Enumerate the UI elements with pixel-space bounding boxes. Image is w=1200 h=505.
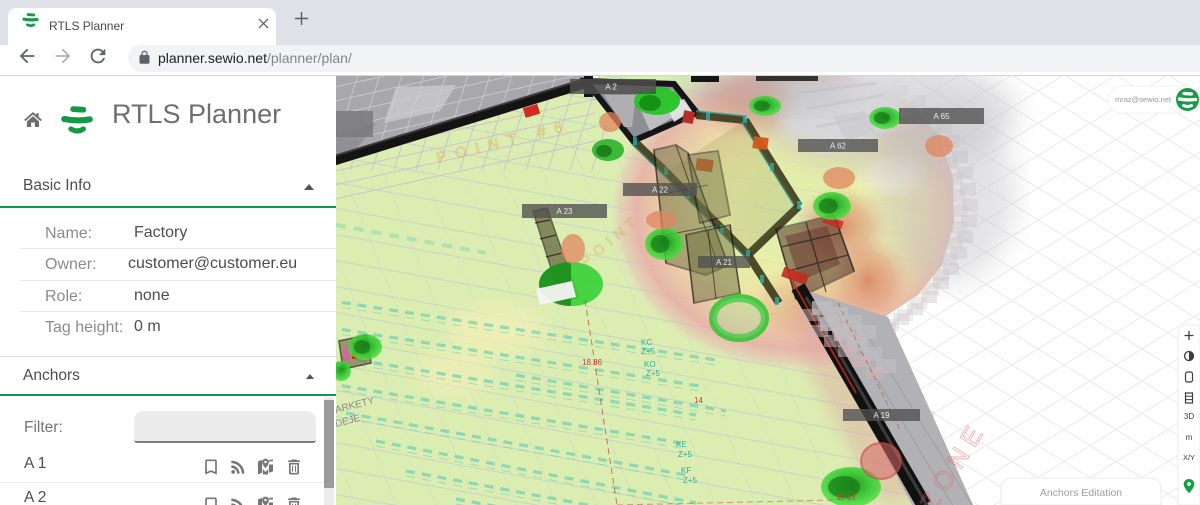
svg-text:14: 14 bbox=[694, 396, 703, 405]
svg-text:Z+5: Z+5 bbox=[641, 347, 656, 356]
svg-text:18.86: 18.86 bbox=[582, 358, 603, 367]
svg-text:KC: KC bbox=[641, 338, 652, 347]
svg-text:X/Y: X/Y bbox=[1183, 453, 1195, 462]
svg-text:m: m bbox=[1186, 433, 1193, 442]
svg-text:Z+5: Z+5 bbox=[683, 476, 698, 485]
svg-text:11.43: 11.43 bbox=[836, 493, 856, 502]
svg-text:A 65: A 65 bbox=[933, 112, 950, 121]
svg-text:A 19: A 19 bbox=[873, 411, 890, 420]
svg-text:A 23: A 23 bbox=[556, 207, 573, 216]
svg-text:KO: KO bbox=[644, 360, 656, 369]
svg-text:KE: KE bbox=[676, 440, 687, 449]
svg-text:KF: KF bbox=[681, 466, 691, 475]
svg-text:mraz@sewio.net: mraz@sewio.net bbox=[1115, 95, 1172, 104]
svg-text:Z+5: Z+5 bbox=[678, 450, 693, 459]
svg-text:3D: 3D bbox=[1184, 412, 1194, 421]
svg-text:A 2: A 2 bbox=[605, 83, 617, 92]
svg-text:A 21: A 21 bbox=[716, 258, 733, 267]
svg-text:Z+5: Z+5 bbox=[646, 369, 661, 378]
svg-text:A 62: A 62 bbox=[830, 142, 847, 151]
svg-text:Anchors Editation: Anchors Editation bbox=[1040, 487, 1122, 499]
svg-text:A 22: A 22 bbox=[652, 186, 669, 195]
